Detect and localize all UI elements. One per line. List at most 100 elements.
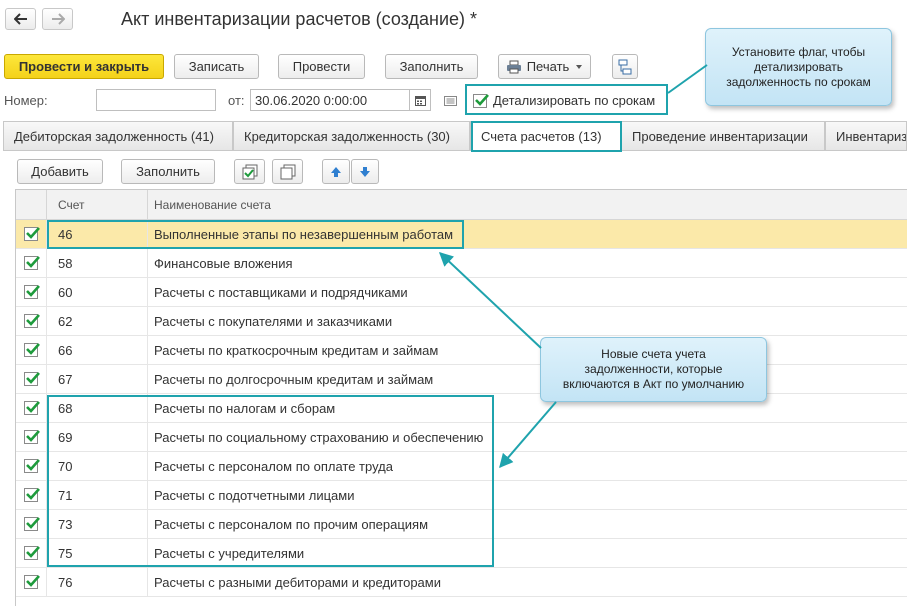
highlight-row-46: [47, 220, 464, 249]
hierarchy-icon: [618, 59, 632, 74]
uncheck-all-button[interactable]: [272, 159, 303, 184]
checkmark-icon: [26, 575, 40, 587]
row-account-name: Расчеты по краткосрочным кредитам и займ…: [154, 343, 439, 358]
check-all-button[interactable]: [234, 159, 265, 184]
column-header-account-name[interactable]: Наименование счета: [154, 198, 271, 212]
checkmark-icon: [26, 459, 40, 471]
checkmark-icon: [26, 285, 40, 297]
row-checkbox[interactable]: [24, 401, 40, 415]
row-account-name: Расчеты с разными дебиторами и кредитора…: [154, 575, 441, 590]
tab-inventory-posting-label: Проведение инвентаризации: [632, 128, 808, 144]
save-button[interactable]: Записать: [174, 54, 259, 79]
header-sep-1: [46, 190, 47, 220]
row-checkbox[interactable]: [24, 343, 40, 357]
row-sep-1: [46, 336, 47, 365]
fill-button[interactable]: Заполнить: [385, 54, 478, 79]
row-sep-2: [147, 568, 148, 597]
history-icon[interactable]: [444, 96, 457, 106]
callout-flag-hint: Установите флаг, чтобы детализировать за…: [705, 28, 892, 106]
table-row[interactable]: 60 Расчеты с поставщиками и подрядчиками: [16, 278, 907, 307]
table-fill-label: Заполнить: [136, 164, 200, 179]
tab-payables-label: Кредиторская задолженность (30): [244, 128, 450, 144]
date-label: от:: [228, 93, 245, 108]
row-account-name: Расчеты по долгосрочным кредитам и займа…: [154, 372, 434, 387]
tab-bar: Дебиторская задолженность (41) Кредиторс…: [3, 121, 907, 151]
row-checkbox[interactable]: [24, 546, 40, 560]
table-row[interactable]: 62 Расчеты с покупателями и заказчиками: [16, 307, 907, 336]
checkmark-icon: [26, 401, 40, 413]
row-account-name: Расчеты с поставщиками и подрядчиками: [154, 285, 408, 300]
callout-new-accounts-hint: Новые счета учета задолженности, которые…: [540, 337, 767, 402]
post-and-close-label: Провести и закрыть: [18, 59, 150, 74]
callout-new-line1: Новые счета учета: [601, 347, 706, 361]
row-checkbox[interactable]: [24, 575, 40, 589]
move-down-button[interactable]: [351, 159, 379, 184]
callout-flag-line2: детализировать: [754, 59, 843, 74]
number-field[interactable]: [96, 89, 216, 111]
print-button[interactable]: Печать: [498, 54, 591, 79]
structure-button[interactable]: [612, 54, 638, 79]
tab-inventory-more-label: Инвентариза: [836, 128, 907, 144]
row-checkbox[interactable]: [24, 227, 40, 241]
date-field[interactable]: 30.06.2020 0:00:00: [250, 89, 410, 111]
page-title: Акт инвентаризации расчетов (создание) *: [121, 9, 478, 29]
arrow-left-icon: [13, 13, 27, 25]
table-row[interactable]: 66 Расчеты по краткосрочным кредитам и за…: [16, 336, 907, 365]
header-sep-2: [147, 190, 148, 220]
row-checkbox[interactable]: [24, 256, 40, 270]
checkmark-icon: [26, 227, 40, 239]
checkmark-icon: [26, 488, 40, 500]
forward-button[interactable]: [42, 8, 73, 30]
add-row-button[interactable]: Добавить: [17, 159, 103, 184]
row-checkbox[interactable]: [24, 488, 40, 502]
row-checkbox[interactable]: [24, 517, 40, 531]
row-checkbox[interactable]: [24, 285, 40, 299]
row-account-code: 62: [58, 314, 73, 329]
row-checkbox[interactable]: [24, 459, 40, 473]
table-row[interactable]: 58 Финансовые вложения: [16, 249, 907, 278]
row-account-name: Финансовые вложения: [154, 256, 293, 271]
checkmark-icon: [26, 372, 40, 384]
row-checkbox[interactable]: [24, 314, 40, 328]
add-row-label: Добавить: [31, 164, 89, 179]
row-sep-2: [147, 249, 148, 278]
dropdown-arrow-icon: [576, 64, 583, 69]
print-label: Печать: [526, 59, 570, 74]
calendar-button[interactable]: [409, 89, 431, 111]
table-row[interactable]: 67 Расчеты по долгосрочным кредитам и зай…: [16, 365, 907, 394]
tab-receivables[interactable]: Дебиторская задолженность (41): [3, 121, 233, 150]
printer-icon: [506, 60, 521, 73]
row-checkbox[interactable]: [24, 372, 40, 386]
arrow-down-icon: [360, 166, 370, 177]
callout-flag-line3: задолженность по срокам: [726, 74, 871, 89]
row-sep-2: [147, 307, 148, 336]
callout-new-line2: задолженности, которые: [584, 362, 723, 376]
row-account-code: 76: [58, 575, 73, 590]
arrow-to-checkbox: [667, 64, 708, 94]
row-sep-2: [147, 365, 148, 394]
row-account-code: 67: [58, 372, 73, 387]
column-header-account[interactable]: Счет: [58, 198, 85, 212]
post-and-close-button[interactable]: Провести и закрыть: [4, 54, 164, 79]
row-checkbox[interactable]: [24, 430, 40, 444]
post-label: Провести: [292, 59, 351, 74]
move-up-button[interactable]: [322, 159, 350, 184]
checkmark-icon: [26, 430, 40, 442]
post-button[interactable]: Провести: [278, 54, 365, 79]
tab-inventory-posting[interactable]: Проведение инвентаризации: [621, 121, 825, 150]
checkmark-icon: [26, 343, 40, 355]
tab-inventory-more[interactable]: Инвентариза: [825, 121, 907, 150]
highlight-detail-checkbox: [465, 84, 668, 115]
row-sep-1: [46, 249, 47, 278]
row-sep-2: [147, 336, 148, 365]
checkmark-icon: [26, 546, 40, 558]
row-account-name: Расчеты с покупателями и заказчиками: [154, 314, 393, 329]
back-button[interactable]: [5, 8, 36, 30]
checkmark-icon: [26, 256, 40, 268]
table-row[interactable]: 76 Расчеты с разными дебиторами и кредито…: [16, 568, 907, 597]
table-fill-button[interactable]: Заполнить: [121, 159, 215, 184]
callout-flag-line1: Установите флаг, чтобы: [731, 44, 866, 59]
table-header: Счет Наименование счета: [16, 190, 907, 220]
row-account-code: 60: [58, 285, 73, 300]
tab-payables[interactable]: Кредиторская задолженность (30): [233, 121, 470, 150]
